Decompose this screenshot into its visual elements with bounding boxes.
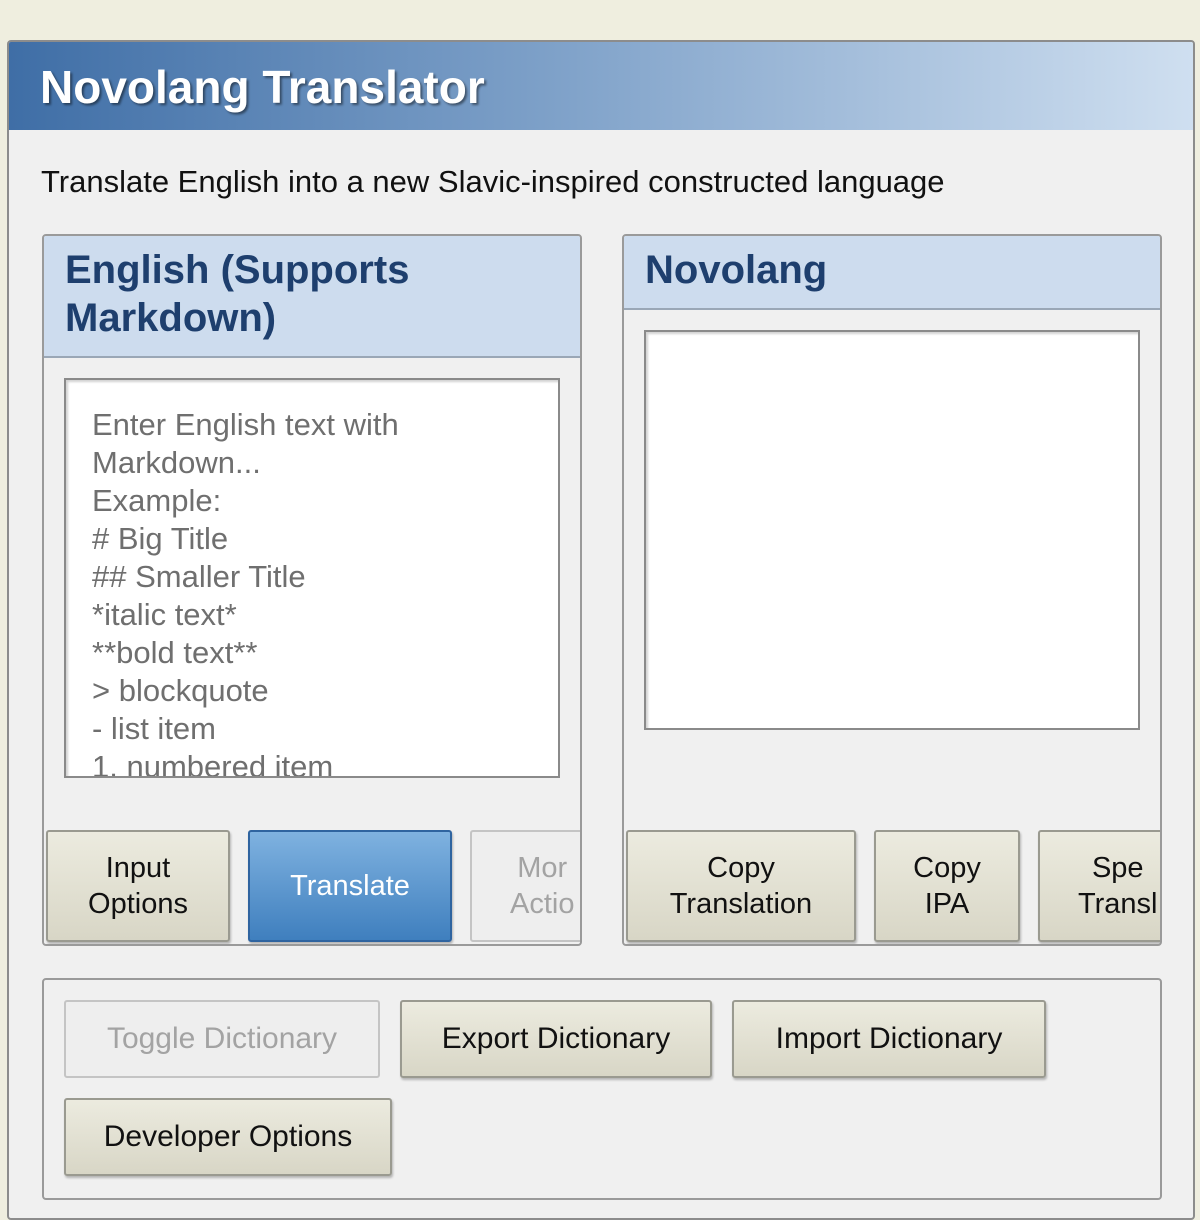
input-options-button[interactable]: Input Options	[46, 830, 230, 942]
placeholder-line: > blockquote	[92, 673, 269, 708]
english-input-textarea[interactable]: Enter English text with Markdown... Exam…	[64, 378, 560, 778]
app-subtitle: Translate English into a new Slavic-insp…	[41, 164, 945, 199]
english-input-panel: English (Supports Markdown) Enter Englis…	[42, 234, 582, 946]
export-dictionary-button[interactable]: Export Dictionary	[400, 1000, 712, 1078]
placeholder-line: Markdown...	[92, 445, 261, 480]
english-panel-title: English (Supports Markdown)	[65, 248, 410, 340]
placeholder-line: 1. numbered item	[92, 749, 334, 778]
placeholder-line: Example:	[92, 483, 222, 518]
speak-translation-button[interactable]: Spe Transl	[1038, 830, 1160, 942]
translate-button[interactable]: Translate	[248, 830, 452, 942]
placeholder-line: **bold text**	[92, 635, 258, 670]
placeholder-line: Enter English text with	[92, 407, 399, 442]
placeholder-line: *italic text*	[92, 597, 237, 632]
novolang-panel-title: Novolang	[645, 248, 828, 292]
placeholder-line: - list item	[92, 711, 216, 746]
developer-options-button[interactable]: Developer Options	[64, 1098, 392, 1176]
novolang-output-panel: Novolang Copy Translation Copy IPA Spe T…	[622, 234, 1162, 946]
translator-window: Novolang Translator Translate English in…	[7, 40, 1195, 1220]
more-actions-button[interactable]: Mor Actio	[470, 830, 580, 942]
english-input-placeholder: Enter English text with Markdown... Exam…	[92, 406, 532, 778]
toggle-dictionary-button[interactable]: Toggle Dictionary	[64, 1000, 380, 1078]
copy-translation-button[interactable]: Copy Translation	[626, 830, 856, 942]
novolang-panel-header: Novolang	[624, 236, 1160, 310]
app-title: Novolang Translator	[40, 61, 485, 113]
novolang-output-textarea[interactable]	[644, 330, 1140, 730]
copy-ipa-button[interactable]: Copy IPA	[874, 830, 1020, 942]
english-panel-header: English (Supports Markdown)	[44, 236, 580, 358]
import-dictionary-button[interactable]: Import Dictionary	[732, 1000, 1046, 1078]
dictionary-toolbox: Toggle Dictionary Export Dictionary Impo…	[42, 978, 1162, 1200]
placeholder-line: ## Smaller Title	[92, 559, 306, 594]
title-bar: Novolang Translator	[9, 42, 1193, 130]
placeholder-line: # Big Title	[92, 521, 229, 556]
